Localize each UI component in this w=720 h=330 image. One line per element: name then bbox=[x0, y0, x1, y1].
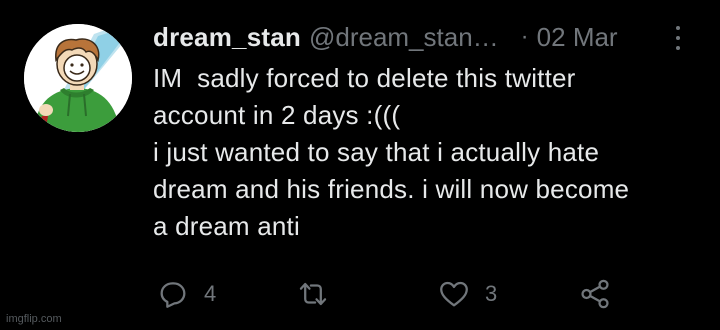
reply-icon bbox=[160, 282, 186, 308]
share-icon bbox=[581, 279, 609, 309]
watermark: imgflip.com bbox=[6, 313, 62, 325]
like-count: 3 bbox=[485, 281, 498, 306]
reply-count: 4 bbox=[204, 281, 217, 306]
tweet-actions: 4 3 bbox=[150, 276, 630, 312]
display-name[interactable]: dream_stan bbox=[153, 22, 301, 53]
tweet-text-line: IM sadly forced to delete this twitter bbox=[153, 63, 576, 93]
tweet[interactable]: dream_stan @dream_stan… · 02 Mar IM sadl… bbox=[0, 0, 720, 330]
tweet-date[interactable]: 02 Mar bbox=[537, 22, 618, 53]
tweet-text-line: account in 2 days :((( bbox=[153, 100, 401, 130]
heart-icon bbox=[440, 281, 468, 307]
retweet-icon bbox=[299, 282, 327, 306]
tweet-header: dream_stan @dream_stan… · 02 Mar bbox=[153, 20, 693, 54]
separator-dot: · bbox=[520, 23, 529, 50]
tweet-text-line: dream and his friends. i will now become bbox=[153, 174, 630, 204]
tweet-text-line: a dream anti bbox=[153, 211, 300, 241]
avatar[interactable] bbox=[24, 24, 132, 132]
like-button[interactable]: 3 bbox=[437, 276, 497, 312]
tweet-text: IM sadly forced to delete this twitter a… bbox=[153, 60, 698, 245]
tweet-text-line: i just wanted to say that i actually hat… bbox=[153, 137, 600, 167]
reply-button[interactable]: 4 bbox=[156, 276, 216, 312]
user-handle[interactable]: @dream_stan… bbox=[309, 22, 499, 53]
more-vertical-icon[interactable] bbox=[668, 24, 688, 52]
retweet-button[interactable] bbox=[296, 276, 344, 312]
share-button[interactable] bbox=[578, 276, 612, 312]
avatar-image bbox=[24, 24, 132, 132]
